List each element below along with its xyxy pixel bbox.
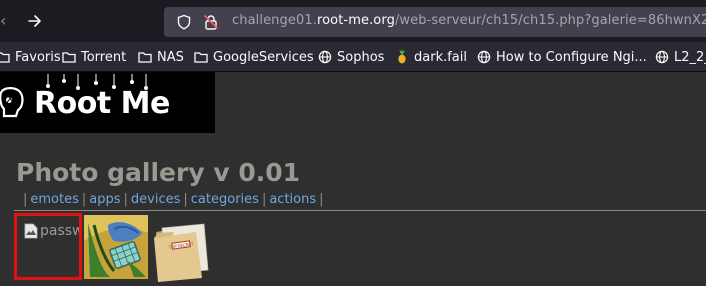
bookmark-favoris[interactable]: Favoris [0,47,61,67]
globe-icon [477,50,491,64]
page-title: Photo gallery v 0.01 [16,158,300,187]
folder-icon [0,52,10,63]
folder-icon [62,52,76,63]
bookmark-l2[interactable]: L2_2_ [655,47,706,67]
globe-icon [655,50,669,64]
bookmark-label: Torrent [81,49,127,65]
bookmarks-bar: Favoris Torrent NAS GoogleServices Sopho… [0,42,706,72]
broken-image-alt-text: passw [40,223,82,239]
apps-thumbnail[interactable] [84,215,148,279]
bookmark-nginx[interactable]: How to Configure Ngi... [477,47,647,67]
bookmark-label: Favoris [15,49,61,65]
menu-link-apps[interactable]: apps [89,192,120,207]
menu-link-devices[interactable]: devices [131,192,180,207]
gallery-menu: | emotes | apps | devices | categories | actions | [20,192,327,207]
menu-link-emotes[interactable]: emotes [30,192,78,207]
menu-separator: | [183,192,188,207]
broken-image-thumbnail[interactable]: passw [14,213,82,280]
bookmark-label: NAS [157,49,184,65]
menu-separator: | [123,192,128,207]
globe-icon [318,50,332,64]
menu-separator: | [261,192,267,207]
insecure-lock-icon[interactable] [203,14,219,30]
devices-thumbnail[interactable]: TOP SECRET [152,220,212,282]
bookmark-nas[interactable]: NAS [138,47,184,67]
bookmark-torrent[interactable]: Torrent [62,47,126,67]
bookmark-label: GoogleServices [213,49,314,65]
divider [14,210,706,211]
menu-link-actions[interactable]: actions [269,192,316,207]
menu-separator: | [23,192,28,207]
url-path: /web-serveur/ch15/ch15.php?galerie=86hwn… [394,13,706,28]
menu-separator: | [319,192,324,207]
bookmark-sophos[interactable]: Sophos [318,47,384,67]
folder-icon [194,52,208,63]
url-text[interactable]: challenge01.root-me.org/web-serveur/ch15… [232,13,706,28]
menu-separator: | [81,192,87,207]
bookmark-googleservices[interactable]: GoogleServices [194,47,314,67]
back-arrow-icon[interactable]: ‹ [0,12,8,30]
page-content: Root Me Photo gallery v 0.01 | emotes | app… [0,72,706,286]
forward-arrow-icon[interactable] [26,12,44,30]
bookmark-dark-fail[interactable]: dark.fail [395,47,467,67]
shield-icon[interactable] [176,14,192,30]
broken-image-icon [24,223,38,239]
bookmark-label: Sophos [337,49,385,65]
folder-icon [138,52,152,63]
browser-toolbar: ‹ challenge01.root-me.org/web-serveur/ch… [0,0,706,42]
skull-icon [0,87,24,118]
bookmark-label: L2_2_ [674,49,706,65]
logo-text: Root Me [34,86,170,121]
bookmark-label: dark.fail [414,49,467,65]
pineapple-icon [398,50,406,64]
site-logo[interactable]: Root Me [0,72,215,133]
menu-link-categories[interactable]: categories [191,192,259,207]
url-host: root-me.org [316,13,395,28]
bookmark-label: How to Configure Ngi... [496,49,647,65]
url-prefix: challenge01. [232,13,317,28]
